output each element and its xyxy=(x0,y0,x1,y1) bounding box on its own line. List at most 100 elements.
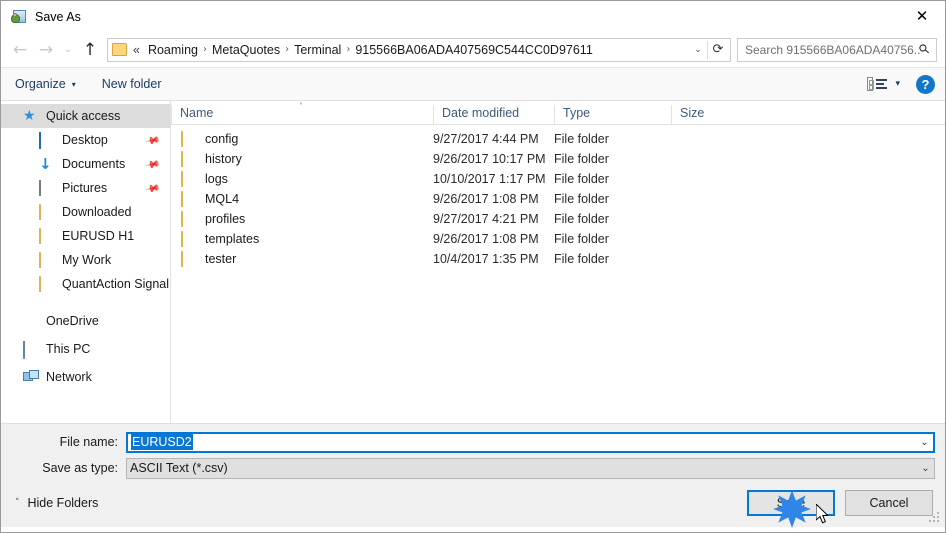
sidebar-item-onedrive[interactable]: OneDrive xyxy=(1,309,170,333)
sidebar-item-documents[interactable]: ↓ Documents 📌 xyxy=(1,152,170,176)
folder-icon xyxy=(181,210,197,227)
chevron-down-icon[interactable]: ▾ xyxy=(895,79,900,89)
cancel-button[interactable]: Cancel xyxy=(845,490,933,516)
table-row[interactable]: history 9/26/2017 10:17 PM File folder xyxy=(171,149,945,169)
file-name-cell: profiles xyxy=(171,210,433,227)
table-row[interactable]: profiles 9/27/2017 4:21 PM File folder xyxy=(171,209,945,229)
pin-icon[interactable]: 📌 xyxy=(144,133,161,149)
file-date: 9/26/2017 1:08 PM xyxy=(433,192,539,206)
column-header-size[interactable]: Size xyxy=(671,105,753,124)
documents-icon: ↓ xyxy=(39,154,52,173)
chevron-down-icon[interactable]: ⌄ xyxy=(916,437,933,448)
folder-icon xyxy=(181,250,197,267)
window-title: Save As xyxy=(35,9,81,24)
folder-icon xyxy=(39,251,55,268)
chevron-down-icon[interactable]: ⌄ xyxy=(689,39,707,61)
main-content: ★ Quick access Desktop 📌 ↓ Documents 📌 P… xyxy=(1,101,945,423)
column-header-date-modified[interactable]: Date modified xyxy=(433,105,554,124)
pin-icon[interactable]: 📌 xyxy=(144,181,161,197)
search-box[interactable]: Search 915566BA06ADA40756... ⚲ xyxy=(737,37,937,62)
file-type: File folder xyxy=(554,232,609,246)
file-name-cell: tester xyxy=(171,250,433,267)
file-name: history xyxy=(205,152,242,166)
breadcrumb: « Roaming › MetaQuotes › Terminal › 9155… xyxy=(127,43,689,57)
table-row[interactable]: config 9/27/2017 4:44 PM File folder xyxy=(171,129,945,149)
chevron-down-icon: ▾ xyxy=(71,79,76,89)
file-rows: config 9/27/2017 4:44 PM File folder his… xyxy=(171,125,945,423)
sidebar-item-network[interactable]: Network xyxy=(1,365,170,389)
address-bar[interactable]: « Roaming › MetaQuotes › Terminal › 9155… xyxy=(107,37,731,62)
organize-button[interactable]: Organize ▾ xyxy=(15,77,76,91)
file-name-input[interactable]: EURUSD2 ⌄ xyxy=(126,431,935,453)
column-header-type[interactable]: Type xyxy=(554,105,671,124)
sidebar-item-eurusd-h1[interactable]: EURUSD H1 xyxy=(1,224,170,248)
navigation-bar: ← → ⌄ ↑ « Roaming › MetaQuotes › Termina… xyxy=(1,32,945,68)
desktop-icon xyxy=(39,131,55,149)
save-as-type-label: Save as type: xyxy=(42,461,118,475)
sidebar-item-downloaded[interactable]: Downloaded xyxy=(1,200,170,224)
sidebar-item-pictures[interactable]: Pictures 📌 xyxy=(1,176,170,200)
breadcrumb-item-roaming[interactable]: Roaming xyxy=(144,43,202,57)
new-folder-button[interactable]: New folder xyxy=(102,77,162,91)
sidebar-item-label: Quick access xyxy=(46,109,121,123)
pictures-icon xyxy=(39,179,55,196)
sidebar-item-label: Downloaded xyxy=(62,205,132,219)
recent-locations-button[interactable]: ⌄ xyxy=(59,37,77,63)
table-row[interactable]: templates 9/26/2017 1:08 PM File folder xyxy=(171,229,945,249)
breadcrumb-item-metaquotes[interactable]: MetaQuotes xyxy=(208,43,284,57)
table-row[interactable]: tester 10/4/2017 1:35 PM File folder xyxy=(171,249,945,269)
save-form: File name: EURUSD2 ⌄ Save as type: ASCII… xyxy=(1,423,945,479)
file-name-row: File name: EURUSD2 ⌄ xyxy=(1,431,945,453)
resize-grip[interactable] xyxy=(929,512,941,524)
breadcrumb-overflow[interactable]: « xyxy=(127,43,144,57)
save-as-type-select[interactable]: ASCII Text (*.csv) ⌄ xyxy=(126,457,935,479)
organize-label: Organize xyxy=(15,77,66,91)
file-date: 9/27/2017 4:44 PM xyxy=(433,132,539,146)
file-name: MQL4 xyxy=(205,192,240,206)
up-button[interactable]: ↑ xyxy=(77,37,103,63)
forward-button[interactable]: → xyxy=(33,37,59,63)
sidebar-item-my-work[interactable]: My Work xyxy=(1,248,170,272)
back-button[interactable]: ← xyxy=(7,37,33,63)
file-type: File folder xyxy=(554,152,609,166)
save-button[interactable]: Save xyxy=(747,490,835,516)
table-row[interactable]: MQL4 9/26/2017 1:08 PM File folder xyxy=(171,189,945,209)
folder-icon xyxy=(39,203,55,220)
dialog-footer: ˄ Hide Folders Save Cancel xyxy=(1,479,945,527)
sidebar-item-label: Documents xyxy=(62,157,126,171)
folder-icon xyxy=(181,170,197,187)
folder-icon xyxy=(181,130,197,147)
close-icon[interactable]: ✕ xyxy=(899,1,945,32)
sidebar-item-desktop[interactable]: Desktop 📌 xyxy=(1,128,170,152)
sidebar-item-quantaction-signal[interactable]: QuantAction Signal xyxy=(1,272,170,296)
file-type: File folder xyxy=(554,192,609,206)
chevron-down-icon[interactable]: ⌄ xyxy=(917,463,934,474)
sidebar-item-label: OneDrive xyxy=(46,314,99,328)
chevron-up-icon: ˄ xyxy=(15,498,20,508)
sidebar-item-label: Desktop xyxy=(62,133,108,147)
sidebar-item-label: QuantAction Signal xyxy=(62,277,170,291)
sidebar-item-this-pc[interactable]: This PC xyxy=(1,337,170,361)
help-button[interactable]: ? xyxy=(916,74,935,94)
search-input[interactable]: Search 915566BA06ADA40756... xyxy=(745,43,920,57)
file-date: 9/26/2017 1:08 PM xyxy=(433,232,539,246)
sidebar-item-label: This PC xyxy=(46,342,91,356)
this-pc-icon xyxy=(23,340,39,359)
folder-icon xyxy=(112,43,127,56)
title-bar: Save As ✕ xyxy=(1,1,945,32)
table-row[interactable]: logs 10/10/2017 1:17 PM File folder xyxy=(171,169,945,189)
sidebar-item-quick-access[interactable]: ★ Quick access xyxy=(1,104,170,128)
hide-folders-button[interactable]: ˄ Hide Folders xyxy=(15,496,98,510)
pin-icon[interactable]: 📌 xyxy=(144,157,161,173)
sidebar-item-label: Pictures xyxy=(62,181,108,195)
save-as-dialog: { "window": { "title": "Save As", "title… xyxy=(0,0,946,533)
file-name: profiles xyxy=(205,212,246,226)
breadcrumb-item-instance[interactable]: 915566BA06ADA407569C544CC0D97611 xyxy=(351,43,596,57)
refresh-icon[interactable]: ⟳ xyxy=(708,39,728,61)
navigation-pane: ★ Quick access Desktop 📌 ↓ Documents 📌 P… xyxy=(1,101,171,423)
sort-ascending-icon: ˄ xyxy=(299,102,303,111)
breadcrumb-item-terminal[interactable]: Terminal xyxy=(290,43,345,57)
file-type: File folder xyxy=(554,212,609,226)
view-mode-icon[interactable] xyxy=(867,76,888,92)
file-name: logs xyxy=(205,172,228,186)
